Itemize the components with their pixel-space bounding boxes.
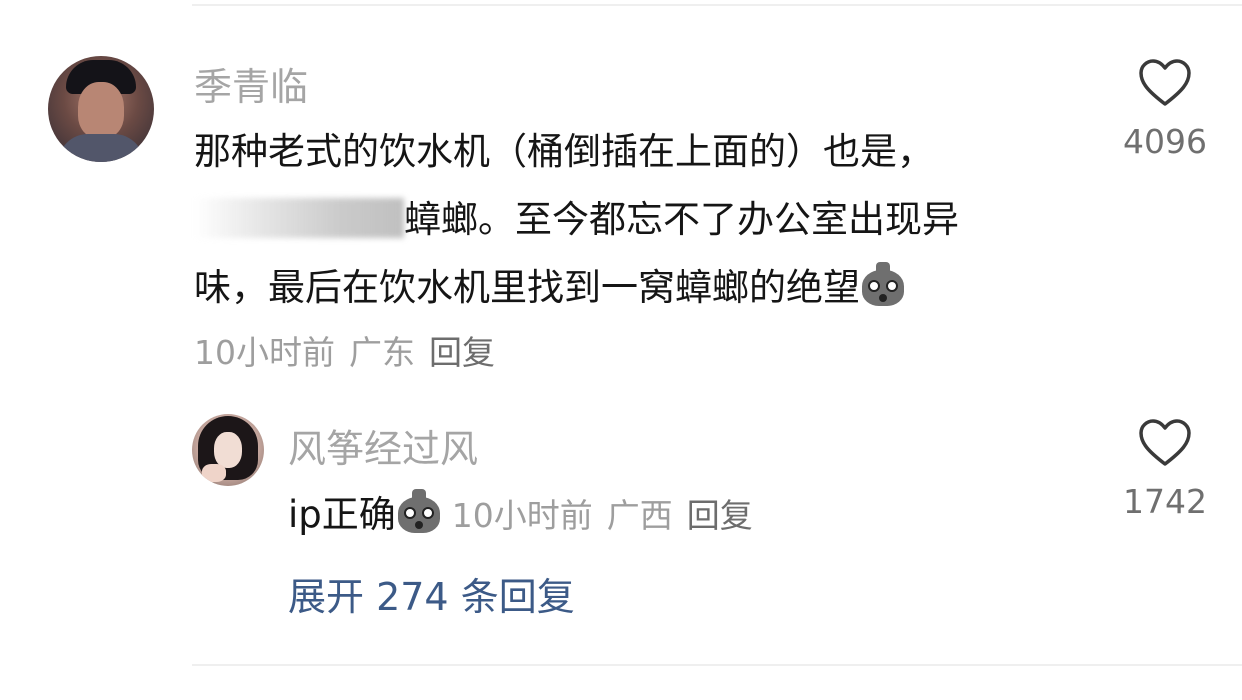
comment-line-2-text: 蟑螂。至今都忘不了办公室出现异 [404,198,959,241]
comment-like-count: 4096 [1123,122,1207,161]
reply-time: 10小时前 [451,496,593,535]
comment-text: 那种老式的饮水机（桶倒插在上面的）也是， 蟑螂。至今都忘不了办公室出现异 味，最… [194,118,1024,322]
comment-line-3-text: 味，最后在饮水机里找到一窝蟑螂的绝望 [194,266,860,309]
reply-like-count: 1742 [1123,482,1207,521]
sweating-bag-emoji-icon [860,262,906,308]
reply-meta: 10小时前 广西 回复 [452,496,753,535]
commenter-avatar[interactable] [48,56,154,162]
comment-meta: 10小时前 广东 回复 [194,326,495,374]
heart-outline-icon [1139,419,1191,466]
commenter-username[interactable]: 季青临 [194,56,308,111]
reply-reply-button[interactable]: 回复 [687,496,753,535]
expand-replies-button[interactable]: 展开 274 条回复 [288,566,575,621]
reply-text: ip正确 [288,493,396,536]
reply-location: 广西 [606,496,673,535]
sweating-bag-emoji-icon [396,489,442,535]
bottom-divider [192,664,1242,666]
comment-location: 广东 [349,333,415,372]
comment-time: 10小时前 [194,333,335,372]
reply-text-row: ip正确 10小时前 广西 回复 [288,484,753,538]
top-divider [192,4,1242,6]
blurred-text-mask [194,198,404,238]
comment-line-2: 蟑螂。至今都忘不了办公室出现异 [194,186,1024,254]
comment-line-3: 味，最后在饮水机里找到一窝蟑螂的绝望 [194,254,1024,322]
comment-section: 季青临 那种老式的饮水机（桶倒插在上面的）也是， 蟑螂。至今都忘不了办公室出现异… [0,0,1242,700]
replier-avatar[interactable] [192,414,264,486]
replier-username[interactable]: 风筝经过风 [288,418,478,473]
comment-line-1: 那种老式的饮水机（桶倒插在上面的）也是， [194,130,934,173]
comment-reply-button[interactable]: 回复 [429,333,495,372]
reply-like-button[interactable]: 1742 [1110,418,1220,521]
heart-outline-icon [1139,59,1191,106]
comment-like-button[interactable]: 4096 [1110,58,1220,161]
